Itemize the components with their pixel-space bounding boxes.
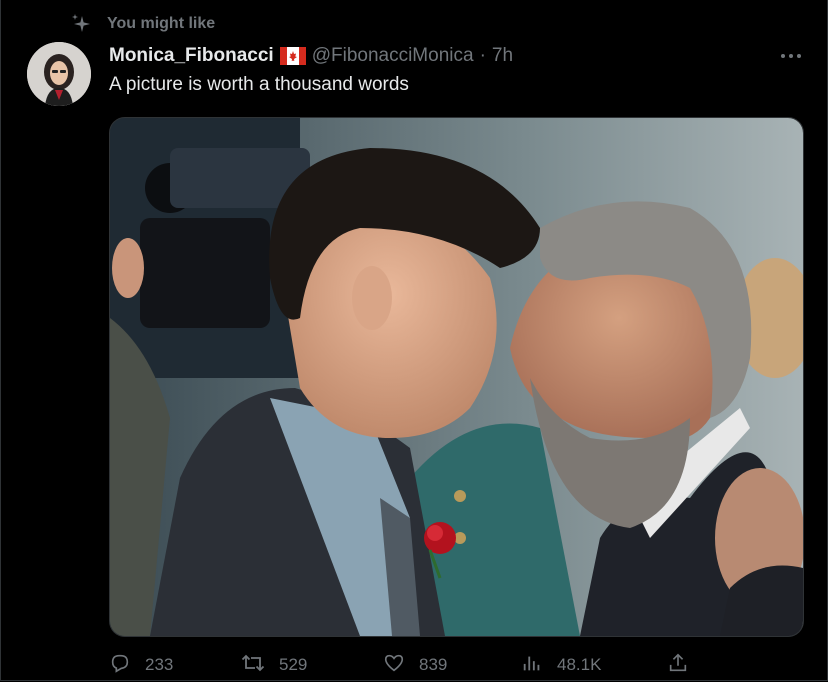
avatar[interactable] (27, 42, 91, 106)
retweet-icon (241, 652, 265, 679)
heart-icon (383, 652, 405, 679)
recommendation-context: You might like (71, 12, 215, 36)
author-name[interactable]: Monica_Fibonacci (109, 45, 274, 67)
views-button[interactable]: 48.1K (521, 652, 601, 678)
timestamp[interactable]: 7h (492, 45, 513, 67)
share-icon (667, 652, 689, 679)
view-count: 48.1K (557, 655, 602, 674)
like-button[interactable]: 839 (383, 652, 447, 678)
share-button[interactable] (667, 652, 689, 678)
tweet-text: A picture is worth a thousand words (109, 74, 409, 95)
tweet-container[interactable]: You might like Monica_Fibonacci @Fibonac… (0, 0, 828, 681)
context-label: You might like (107, 15, 216, 32)
tweet-photo[interactable] (109, 117, 804, 637)
like-count: 839 (419, 655, 448, 674)
tweet-header: Monica_Fibonacci @FibonacciMonica · 7h (109, 44, 513, 68)
retweet-count: 529 (279, 655, 308, 674)
reply-button[interactable]: 233 (109, 652, 173, 678)
author-handle[interactable]: @FibonacciMonica (312, 45, 474, 67)
sparkle-icon (71, 13, 93, 35)
more-options-icon[interactable] (777, 44, 805, 68)
reply-icon (109, 652, 131, 679)
retweet-button[interactable]: 529 (241, 652, 307, 678)
reply-count: 233 (145, 655, 174, 674)
canada-flag-icon (279, 47, 306, 65)
views-icon (521, 652, 543, 679)
tweet-actions: 233 529 839 48.1K (109, 652, 709, 678)
separator-dot: · (479, 45, 486, 66)
